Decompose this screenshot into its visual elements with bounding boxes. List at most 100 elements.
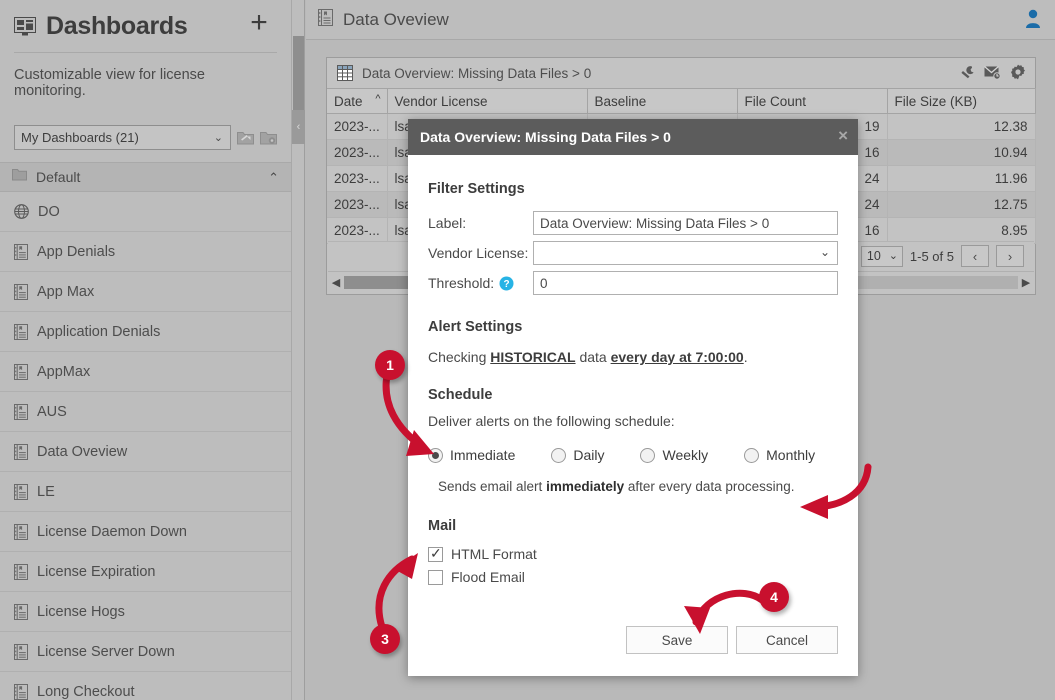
threshold-field-row: Threshold: ? 0: [428, 271, 838, 295]
radio-weekly[interactable]: Weekly: [640, 447, 708, 463]
report-icon: [14, 363, 28, 380]
sidebar-scrollbar[interactable]: [292, 0, 305, 700]
next-page-button[interactable]: ›: [996, 245, 1024, 267]
date-cell: 2023-...: [327, 165, 388, 192]
checkbox-html-format[interactable]: HTML Format: [428, 545, 838, 562]
main-header: Data Oveview: [306, 0, 1055, 40]
label-input[interactable]: Data Overview: Missing Data Files > 0: [533, 211, 838, 235]
report-icon: [14, 443, 28, 460]
sidebar-item-label: Long Checkout: [37, 683, 135, 700]
sidebar-item-application-denials[interactable]: Application Denials: [0, 312, 291, 352]
sidebar-item-label: Application Denials: [37, 323, 161, 340]
date-cell: 2023-...: [327, 217, 388, 244]
dialog-title: Data Overview: Missing Data Files > 0: [420, 129, 671, 145]
schedule-note: Sends email alert immediately after ever…: [438, 479, 838, 494]
page-title: Dashboards: [46, 11, 188, 40]
report-icon: [14, 683, 28, 700]
mail-options-group: HTML Format Flood Email: [428, 545, 838, 585]
dialog-title-bar: Data Overview: Missing Data Files > 0 ×: [408, 119, 858, 155]
radio-indicator[interactable]: [551, 447, 567, 463]
chevron-down-icon: ⌄: [888, 249, 898, 262]
alert-suffix: .: [743, 349, 748, 365]
sidebar-item-label: License Expiration: [37, 563, 156, 580]
schedule-radio-group: Immediate Daily Weekly Monthly: [428, 447, 838, 463]
report-icon: [14, 483, 28, 500]
report-icon: [14, 403, 28, 420]
alert-settings-dialog: Data Overview: Missing Data Files > 0 × …: [408, 119, 858, 676]
sidebar-item-license-expiration[interactable]: License Expiration: [0, 552, 291, 592]
checkbox-indicator[interactable]: [428, 545, 443, 562]
sidebar-item-app-denials[interactable]: App Denials: [0, 232, 291, 272]
radio-daily[interactable]: Daily: [551, 447, 604, 463]
sidebar-item-license-hogs[interactable]: License Hogs: [0, 592, 291, 632]
save-button[interactable]: Save: [626, 626, 728, 654]
sidebar-group-default[interactable]: Default ⌃: [0, 162, 291, 192]
mail-heading: Mail: [428, 518, 457, 534]
radio-immediate[interactable]: Immediate: [428, 447, 515, 463]
report-icon: [14, 643, 28, 660]
close-icon[interactable]: ×: [838, 127, 848, 144]
folder-icon: [12, 168, 27, 186]
date-cell: 2023-...: [327, 113, 388, 140]
dashboards-icon: [14, 16, 36, 36]
vendor-field-row: Vendor License: ⌄: [428, 241, 838, 265]
column-header-file-size[interactable]: File Size (KB): [887, 88, 1036, 114]
sidebar-item-aus[interactable]: AUS: [0, 392, 291, 432]
previous-page-button[interactable]: ‹: [961, 245, 989, 267]
sidebar-item-appmax[interactable]: AppMax: [0, 352, 291, 392]
pagination-range: 1-5 of 5: [909, 248, 954, 264]
cancel-button[interactable]: Cancel: [736, 626, 838, 654]
radio-monthly[interactable]: Monthly: [744, 447, 815, 463]
sidebar-item-license-server-down[interactable]: License Server Down: [0, 632, 291, 672]
sidebar-item-app-max[interactable]: App Max: [0, 272, 291, 312]
gear-icon[interactable]: [1010, 64, 1026, 80]
sidebar-item-do[interactable]: DO: [0, 192, 291, 232]
sidebar-group-label: Default: [36, 169, 81, 185]
page-size-select[interactable]: 10 ⌄: [860, 245, 903, 267]
report-icon: [14, 283, 28, 300]
column-header-vendor-license[interactable]: Vendor License: [387, 88, 588, 114]
scroll-left-icon[interactable]: ◀: [328, 276, 344, 289]
add-dashboard-button[interactable]: +: [245, 8, 273, 38]
sidebar-item-long-checkout[interactable]: Long Checkout: [0, 672, 291, 700]
sidebar-scrollbar-thumb[interactable]: [293, 36, 304, 110]
scroll-right-icon[interactable]: ▶: [1018, 276, 1034, 289]
sidebar-item-label: LE: [37, 483, 55, 500]
radio-indicator[interactable]: [744, 447, 760, 463]
report-icon: [14, 323, 28, 340]
email-icon[interactable]: [984, 65, 1001, 80]
sidebar-item-license-daemon-down[interactable]: License Daemon Down: [0, 512, 291, 552]
label-field-label: Label:: [428, 215, 467, 231]
column-header-date[interactable]: Date ^: [327, 88, 388, 114]
threshold-field-label: Threshold: ?: [428, 275, 533, 291]
radio-indicator[interactable]: [428, 447, 443, 463]
sidebar-item-list: DO App Denials App Max Application Denia…: [0, 192, 291, 700]
alert-settings-heading: Alert Settings: [428, 319, 523, 335]
sidebar-item-data-oveview[interactable]: Data Oveview: [0, 432, 291, 472]
sidebar-item-label: App Denials: [37, 243, 116, 260]
file-size-cell: 10.94: [887, 139, 1036, 166]
chevron-left-icon: ‹: [296, 121, 301, 133]
column-header-file-count[interactable]: File Count: [737, 88, 888, 114]
checkbox-indicator[interactable]: [428, 569, 443, 585]
wrench-icon[interactable]: [959, 64, 975, 80]
dashboard-select[interactable]: My Dashboards (21) ⌄: [14, 125, 231, 150]
edit-folder-icon[interactable]: [237, 130, 254, 145]
schedule-subtext: Deliver alerts on the following schedule…: [428, 413, 675, 429]
vendor-license-select[interactable]: ⌄: [533, 241, 838, 265]
help-icon[interactable]: ?: [499, 276, 514, 291]
report-icon: [14, 563, 28, 580]
threshold-input[interactable]: 0: [533, 271, 838, 295]
date-cell: 2023-...: [327, 139, 388, 166]
radio-indicator[interactable]: [640, 447, 656, 463]
file-size-cell: 11.96: [887, 165, 1036, 192]
sidebar-item-le[interactable]: LE: [0, 472, 291, 512]
annotation-badge-3: 3: [370, 624, 400, 654]
sidebar-collapse-handle[interactable]: ‹: [292, 110, 305, 144]
chevron-down-icon: ⌄: [213, 131, 223, 144]
folder-settings-icon[interactable]: [260, 130, 277, 145]
main-title: Data Oveview: [343, 9, 449, 29]
chevron-up-icon[interactable]: ⌃: [268, 170, 279, 186]
column-header-baseline[interactable]: Baseline: [587, 88, 738, 114]
sidebar-item-label: DO: [38, 203, 60, 220]
